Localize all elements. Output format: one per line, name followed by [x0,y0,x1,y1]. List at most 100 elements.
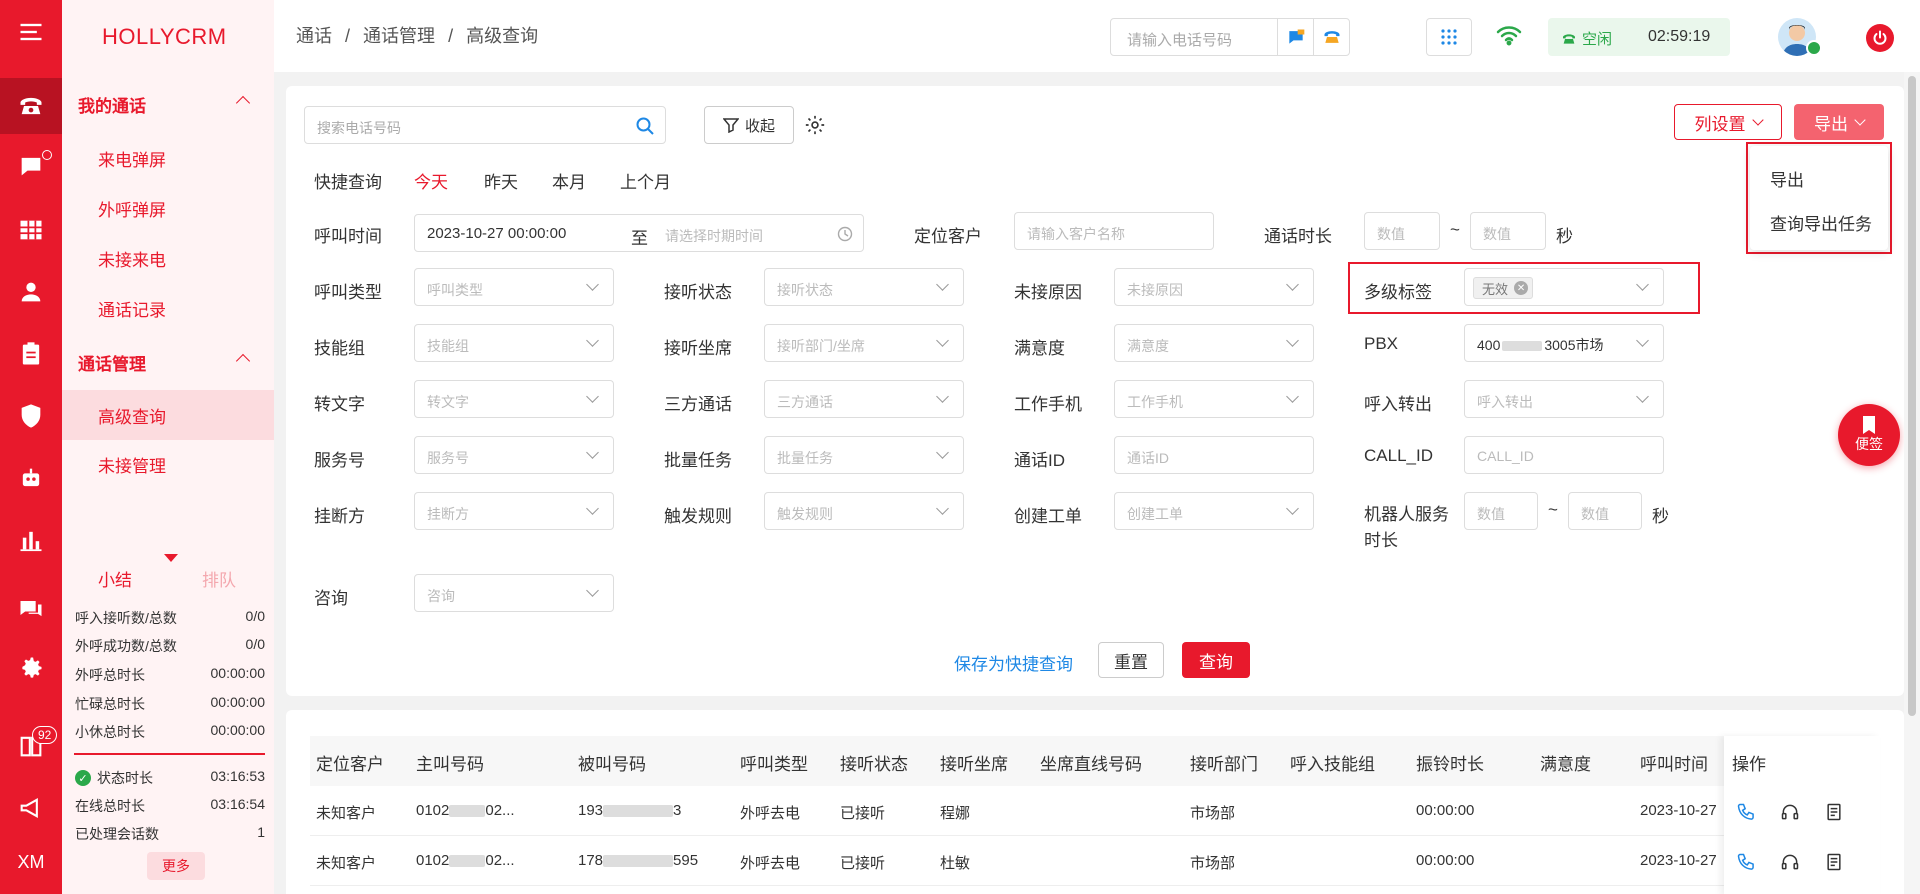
check-icon: ✓ [75,770,91,786]
menu-item-outgoing-popup[interactable]: 外呼弹屏 [62,184,274,232]
hangup-party-select[interactable]: 挂断方 [414,492,614,530]
transcription-select[interactable]: 转文字 [414,380,614,418]
collapse-label: 收起 [744,117,775,135]
quick-this-month[interactable]: 本月 [552,168,586,193]
chat-nav-icon[interactable] [0,142,62,190]
agent-status-widget[interactable]: 空闲 02:59:19 [1548,18,1730,56]
megaphone-nav-icon[interactable] [0,784,62,832]
query-button[interactable]: 查询 [1182,642,1250,678]
menu-item-call-records[interactable]: 通话记录 [62,284,274,332]
consult-select[interactable]: 咨询 [414,574,614,612]
quick-today[interactable]: 今天 [414,168,448,193]
missed-reason-select[interactable]: 未接原因 [1114,268,1314,306]
chevron-down-icon [936,502,949,515]
document-icon[interactable] [1824,852,1844,872]
call-id-input[interactable]: 通话ID [1114,436,1314,474]
call-id-field-input[interactable]: CALL_ID [1464,436,1664,474]
three-way-call-select[interactable]: 三方通话 [764,380,964,418]
chevron-down-icon [586,390,599,403]
sticky-note-button[interactable]: 便签 [1838,404,1900,466]
robot-nav-icon[interactable] [0,454,62,502]
dial-call-icon[interactable] [1313,19,1349,55]
user-nav-icon[interactable] [0,268,62,316]
trigger-rule-select[interactable]: 触发规则 [764,492,964,530]
breadcrumb-item[interactable]: 通话 [296,26,332,46]
menu-item-missed-management[interactable]: 未接管理 [62,440,274,488]
call-type-select[interactable]: 呼叫类型 [414,268,614,306]
satisfaction-select[interactable]: 满意度 [1114,324,1314,362]
document-icon[interactable] [1824,802,1844,822]
save-quick-query-link[interactable]: 保存为快捷查询 [954,650,1073,675]
create-ticket-select[interactable]: 创建工单 [1114,492,1314,530]
phone-call-icon[interactable] [1736,852,1756,872]
locate-customer-input[interactable]: 请输入客户名称 [1014,212,1214,250]
search-phone-input[interactable]: 搜索电话号码 [304,106,666,144]
answer-status-select[interactable]: 接听状态 [764,268,964,306]
export-button[interactable]: 导出 [1794,104,1884,140]
table-row[interactable]: 未知客户 0102 02... 193 3 外呼去电 已接听 程娜 市场部 00:0… [310,786,1724,836]
power-icon[interactable] [1866,24,1894,52]
menu-item-export[interactable]: 导出 [1770,166,1804,191]
menu-item-query-export-tasks[interactable]: 查询导出任务 [1770,210,1872,235]
skill-group-label: 技能组 [314,339,365,358]
call-duration-label: 通话时长 [1264,227,1332,246]
batch-task-select[interactable]: 批量任务 [764,436,964,474]
menu-item-advanced-query[interactable]: 高级查询 [62,390,274,440]
settings-nav-icon[interactable] [0,644,62,692]
chart-nav-icon[interactable] [0,516,62,564]
duration-max-input[interactable]: 数值 [1470,212,1546,250]
scrollbar-thumb[interactable] [1908,76,1916,716]
menu-item-incoming-popup[interactable]: 来电弹屏 [62,134,274,182]
apps-grid-icon[interactable] [1426,18,1472,56]
call-time-start[interactable]: 2023-10-27 00:00:00 [427,225,566,242]
menu-item-missed-calls[interactable]: 未接来电 [62,234,274,282]
skill-group-select[interactable]: 技能组 [414,324,614,362]
gear-icon[interactable] [804,114,826,141]
tab-summary[interactable]: 小结 [98,566,132,591]
quick-yesterday[interactable]: 昨天 [484,168,518,193]
dial-placeholder: 请输入电话号码 [1127,32,1233,49]
answer-agent-select[interactable]: 接听部门/坐席 [764,324,964,362]
phone-call-icon[interactable] [1736,802,1756,822]
menu-group-my-calls[interactable]: 我的通话 [62,84,274,124]
pbx-select[interactable]: 400 3005市场 [1464,324,1664,362]
reset-button[interactable]: 重置 [1098,642,1164,678]
call-time-end[interactable]: 请选择时期时间 [665,226,763,246]
grid-nav-icon[interactable] [0,206,62,254]
duration-min-input[interactable]: 数值 [1364,212,1440,250]
xm-nav-button[interactable]: XM [0,838,62,886]
breadcrumb-item[interactable]: 通话管理 [363,26,435,46]
book-nav-icon[interactable]: 92 [0,722,62,770]
tab-queue[interactable]: 排队 [202,566,236,591]
more-button[interactable]: 更多 [147,852,205,880]
seconds-unit: 秒 [1652,507,1669,526]
messages-nav-icon[interactable] [0,584,62,632]
collapse-button[interactable]: 收起 [704,106,794,144]
table-row[interactable]: 未知客户 0102 02... 178 595 外呼去电 已接听 杜敏 市场部 00… [310,836,1724,886]
column-settings-button[interactable]: 列设置 [1674,104,1782,140]
service-number-select[interactable]: 服务号 [414,436,614,474]
work-phone-select[interactable]: 工作手机 [1114,380,1314,418]
robot-duration-max[interactable]: 数值 [1568,492,1642,530]
headset-icon[interactable] [1780,852,1800,872]
dial-message-icon[interactable] [1277,19,1313,55]
shield-nav-icon[interactable] [0,392,62,440]
multi-tag-select[interactable]: 无效 ✕ [1464,268,1664,306]
chevron-down-icon [936,446,949,459]
headset-icon[interactable] [1780,802,1800,822]
work-phone-label: 工作手机 [1014,395,1082,414]
chevron-down-icon [1286,390,1299,403]
collapse-arrow-icon[interactable] [164,554,178,562]
hamburger-menu-icon[interactable] [0,8,62,56]
phone-nav-icon[interactable] [0,78,62,134]
chevron-down-icon [586,446,599,459]
dial-phone-input[interactable]: 请输入电话号码 [1110,18,1350,56]
clipboard-nav-icon[interactable] [0,330,62,378]
inbound-transfer-select[interactable]: 呼入转出 [1464,380,1664,418]
quick-last-month[interactable]: 上个月 [620,168,671,193]
call-time-range-picker[interactable]: 2023-10-27 00:00:00 至 请选择时期时间 [414,214,864,252]
close-icon[interactable]: ✕ [1514,281,1529,295]
menu-group-call-management[interactable]: 通话管理 [62,342,274,382]
robot-duration-min[interactable]: 数值 [1464,492,1538,530]
call-time-label: 呼叫时间 [314,227,382,246]
